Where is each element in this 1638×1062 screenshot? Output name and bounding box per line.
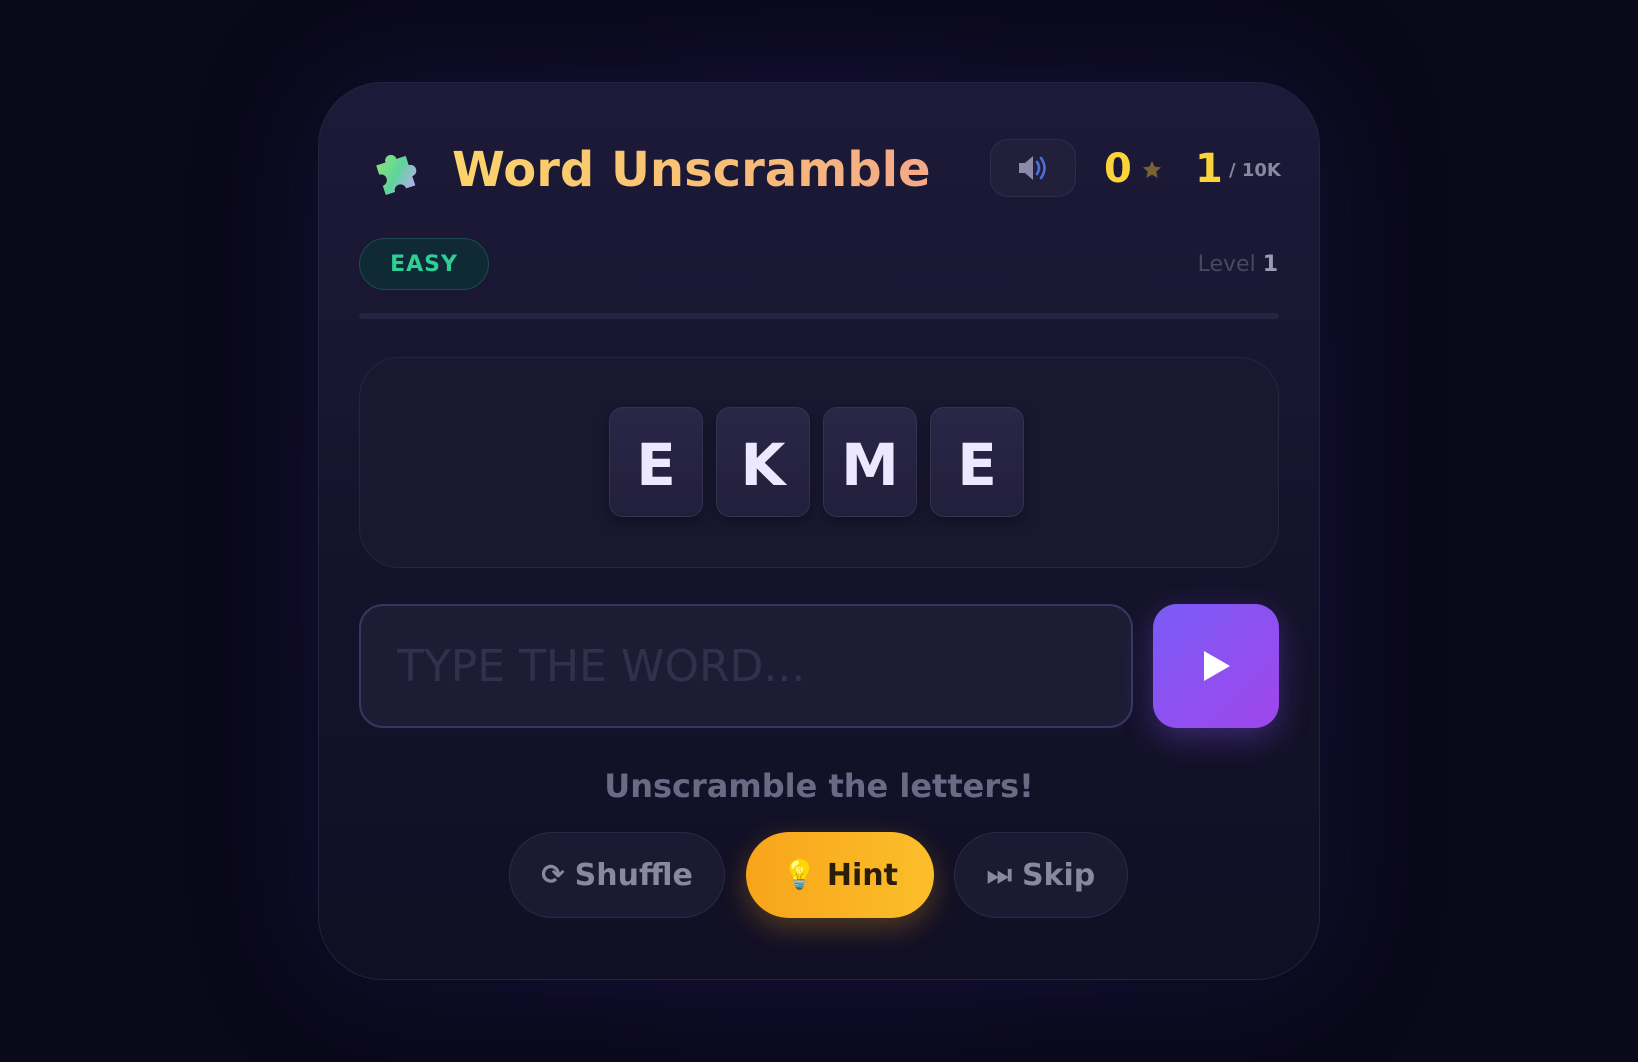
letter-tile: E bbox=[609, 407, 703, 517]
level-indicator: Level 1 bbox=[1198, 250, 1278, 280]
feedback-message: Unscramble the letters! bbox=[604, 767, 1034, 805]
level-label-number: 1 bbox=[1262, 252, 1278, 277]
letter-tile: M bbox=[823, 407, 917, 517]
play-icon bbox=[1204, 651, 1230, 681]
level-label-text: Level bbox=[1197, 252, 1256, 277]
difficulty-badge: EASY bbox=[359, 238, 489, 290]
skip-icon: ⏭ bbox=[986, 858, 1012, 891]
stars-count: 0 bbox=[1104, 146, 1132, 192]
letter-tile: E bbox=[930, 407, 1024, 517]
letter-tile: K bbox=[716, 407, 810, 517]
hint-label: Hint bbox=[826, 857, 898, 893]
star-icon bbox=[1143, 160, 1161, 178]
answer-input[interactable] bbox=[359, 604, 1133, 728]
level-total: / 10K bbox=[1229, 160, 1281, 181]
skip-label: Skip bbox=[1021, 857, 1096, 893]
progress-bar bbox=[359, 313, 1279, 319]
shuffle-button[interactable]: ⟳ Shuffle bbox=[509, 832, 725, 918]
puzzle-icon bbox=[376, 154, 417, 195]
shuffle-icon: ⟳ bbox=[541, 858, 565, 891]
skip-button[interactable]: ⏭ Skip bbox=[954, 832, 1128, 918]
current-level-number: 1 bbox=[1195, 146, 1223, 192]
shuffle-label: Shuffle bbox=[574, 857, 693, 893]
hint-button[interactable]: 💡 Hint bbox=[746, 832, 934, 918]
submit-button[interactable] bbox=[1153, 604, 1279, 728]
speaker-icon bbox=[1019, 156, 1046, 180]
sound-toggle-button[interactable] bbox=[990, 139, 1076, 197]
letter-tiles: E K M E bbox=[609, 407, 1024, 517]
app-title: Word Unscramble bbox=[452, 142, 931, 198]
lightbulb-icon: 💡 bbox=[782, 858, 817, 891]
